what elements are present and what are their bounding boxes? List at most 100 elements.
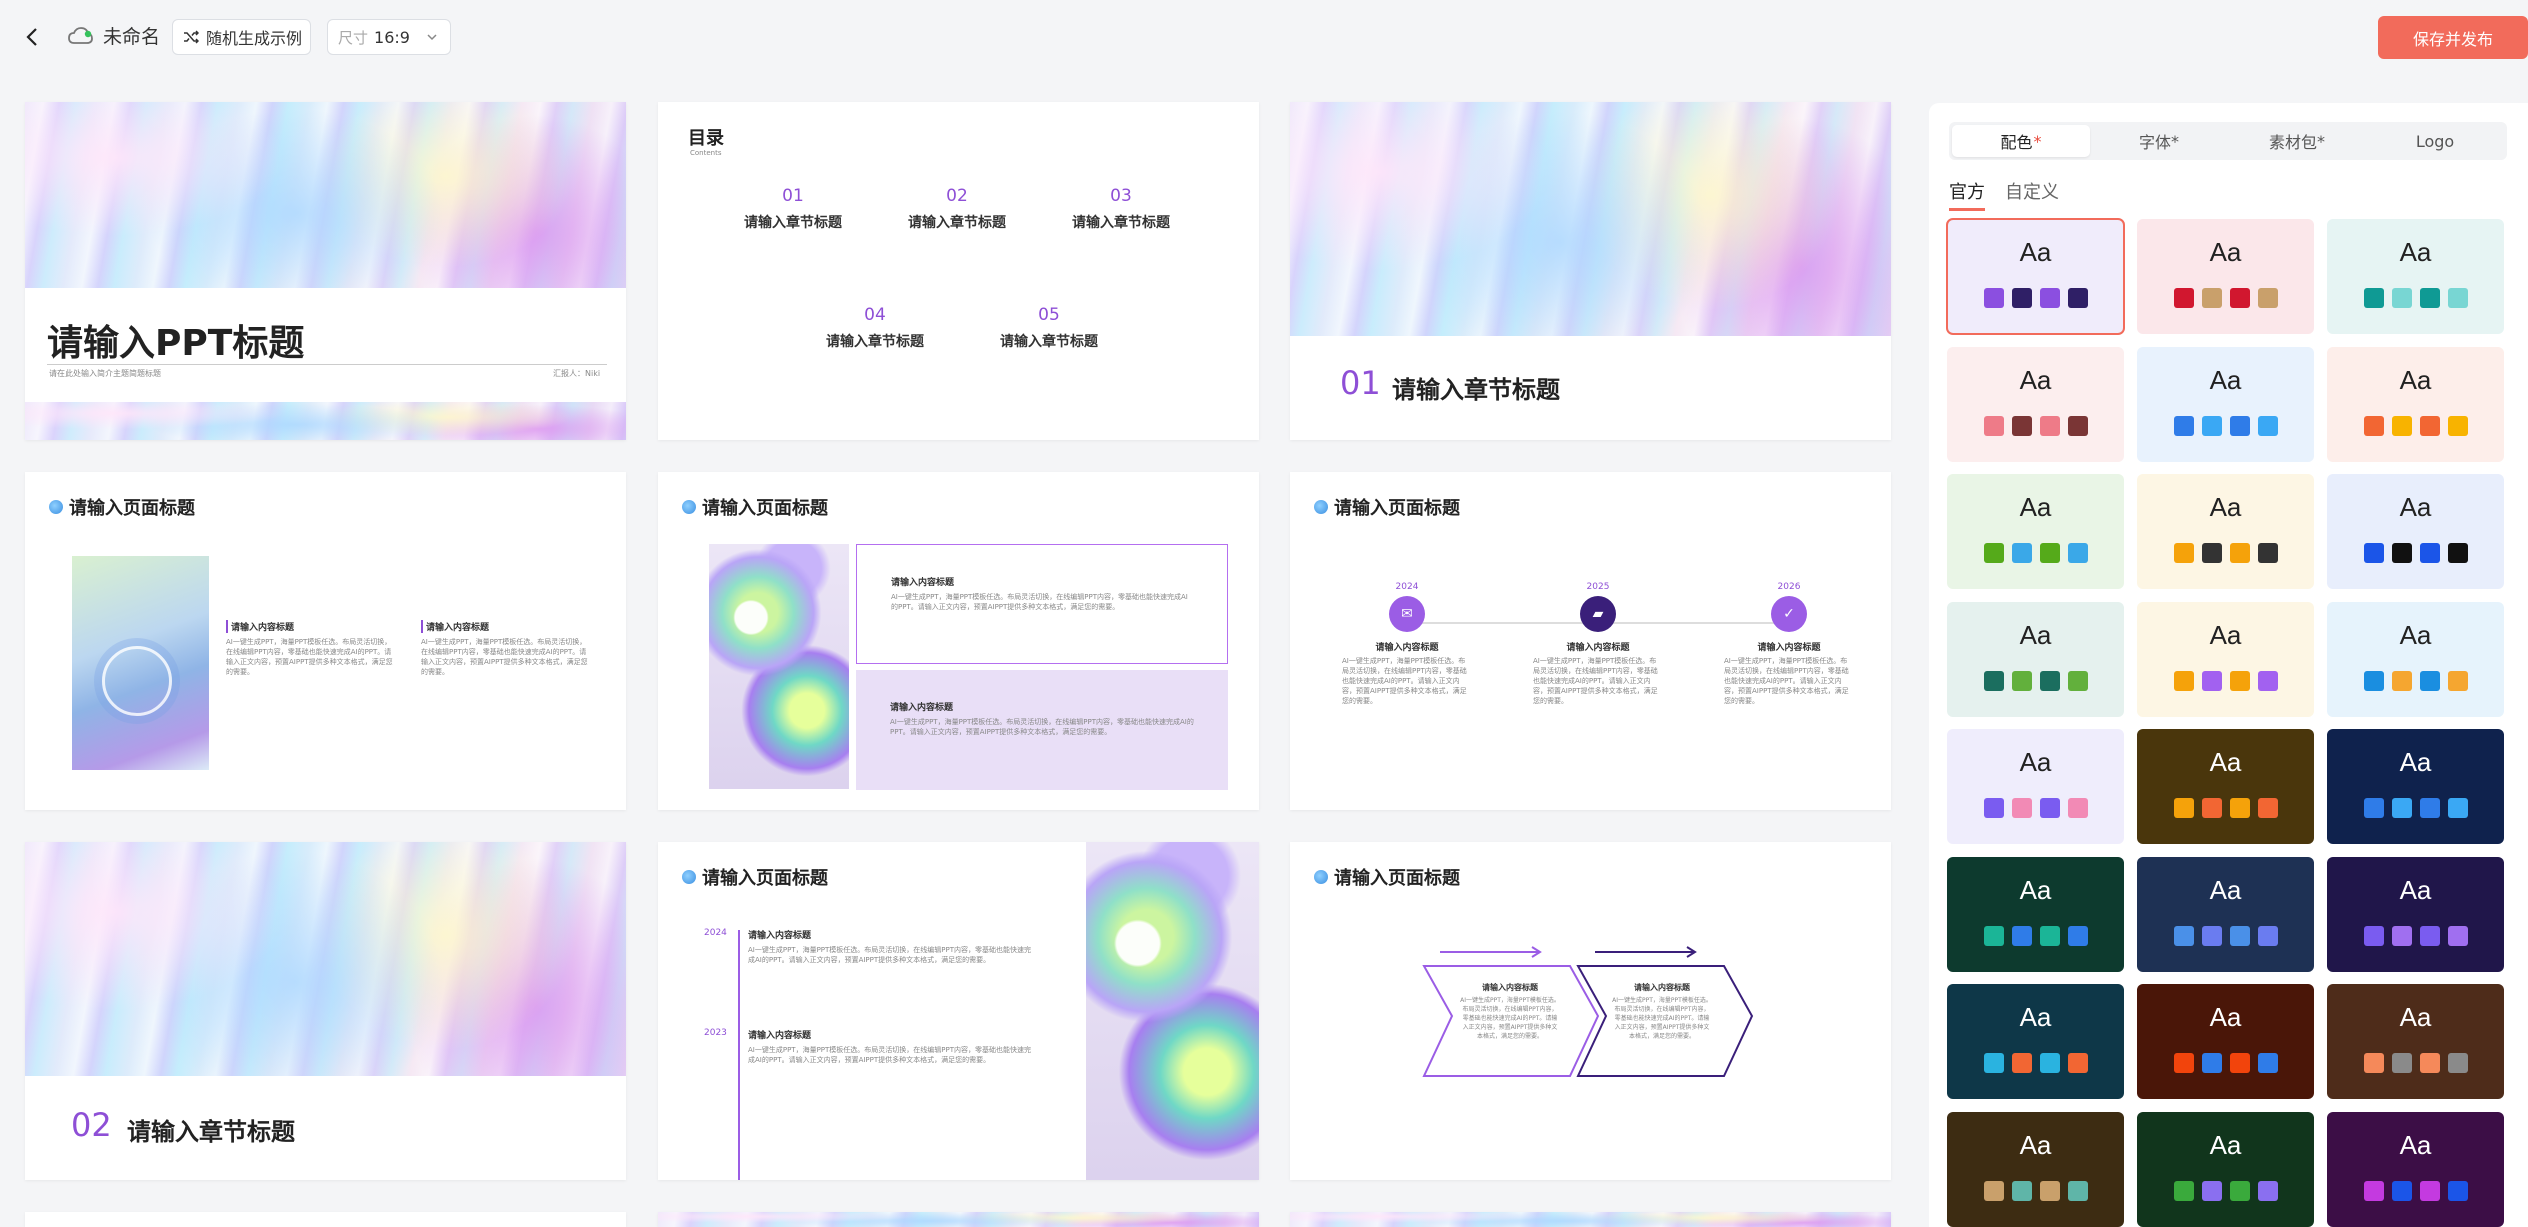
color-scheme-card[interactable]: Aa — [1947, 856, 2124, 972]
color-scheme-card[interactable]: Aa — [1947, 601, 2124, 717]
color-scheme-card[interactable]: Aa — [1946, 218, 2125, 335]
color-swatch — [2391, 543, 2412, 563]
color-swatch — [2201, 543, 2222, 563]
color-swatches — [2363, 1180, 2468, 1201]
color-scheme-card[interactable]: Aa — [1947, 346, 2124, 462]
save-publish-button[interactable]: 保存并发布 — [2378, 16, 2528, 59]
subtab-official[interactable]: 官方 — [1949, 178, 1985, 211]
back-button[interactable] — [18, 22, 46, 52]
bullet-icon — [682, 870, 696, 884]
color-scheme-card[interactable]: Aa — [2137, 474, 2314, 589]
color-scheme-card[interactable]: Aa — [2327, 1111, 2504, 1227]
chapter-image — [1290, 102, 1891, 336]
color-scheme-card[interactable]: Aa — [2137, 1111, 2314, 1227]
color-scheme-card[interactable]: Aa — [2137, 984, 2314, 1099]
color-swatches — [2173, 1180, 2278, 1201]
sample-text: Aa — [2019, 1002, 2052, 1032]
slide-page-3[interactable]: 请输入页面标题 2024 ✉ 请输入内容标题 AI一键生成PPT，海量PPT模板… — [1290, 472, 1891, 810]
color-swatch — [2419, 288, 2440, 308]
color-swatches — [1983, 1180, 2088, 1201]
color-swatch — [1983, 670, 2004, 691]
timeline-item: 2026 ✓ 请输入内容标题 AI一键生成PPT，海量PPT模板任选。布局灵活切… — [1724, 582, 1849, 705]
color-scheme-card[interactable]: Aa — [2137, 856, 2314, 972]
color-swatch — [2173, 1053, 2194, 1073]
color-scheme-card[interactable]: Aa — [2327, 856, 2504, 972]
toc-title: 目录 — [688, 128, 724, 149]
slide-chapter-1[interactable]: 01 请输入章节标题 — [1290, 102, 1891, 440]
color-swatch — [2447, 670, 2468, 691]
size-label: 尺寸 — [338, 28, 369, 47]
random-example-button[interactable]: 随机生成示例 — [172, 19, 311, 55]
size-select[interactable]: 尺寸 16:9 — [327, 19, 451, 55]
document-name[interactable]: 未命名 — [103, 22, 160, 52]
check-icon: ✓ — [1771, 596, 1807, 632]
slide-chapter-2[interactable]: 02 请输入章节标题 — [25, 842, 626, 1180]
color-swatches — [1983, 670, 2088, 691]
slide-page-5[interactable]: 请输入页面标题 请输入内容标题 AI一键生成PPT，海量PPT模板任选。布局灵活… — [1290, 842, 1891, 1180]
color-scheme-card[interactable]: Aa — [2327, 219, 2504, 334]
slide-peek[interactable] — [1290, 1212, 1891, 1227]
chevron-left-icon — [26, 28, 37, 46]
color-scheme-card[interactable]: Aa — [2137, 346, 2314, 462]
sample-text: Aa — [2019, 1129, 2052, 1160]
tab-logo[interactable]: Logo — [2366, 125, 2504, 157]
color-scheme-card[interactable]: Aa — [2327, 474, 2504, 589]
slide-page-1[interactable]: 请输入页面标题 请输入内容标题 AI一键生成PPT，海量PPT模板任选。布局灵活… — [25, 472, 626, 810]
color-scheme-card[interactable]: Aa — [1947, 1111, 2124, 1227]
sample-text: Aa — [2399, 237, 2432, 267]
color-scheme-card[interactable]: Aa — [1947, 474, 2124, 589]
color-swatch — [1983, 543, 2004, 563]
color-swatch — [1983, 1180, 2004, 1201]
color-swatch — [2391, 1180, 2412, 1201]
sample-text: Aa — [2209, 1002, 2242, 1032]
color-scheme-card[interactable]: Aa — [2327, 346, 2504, 462]
color-swatches — [1983, 543, 2088, 563]
slide-peek[interactable] — [658, 1212, 1259, 1227]
color-swatch — [1983, 288, 2004, 308]
color-swatch — [1983, 798, 2004, 818]
color-swatch — [1983, 415, 2004, 436]
slide-page-2[interactable]: 请输入页面标题 请输入内容标题 AI一键生成PPT，海量PPT模板任选。布局灵活… — [658, 472, 1259, 810]
tab-material[interactable]: 素材包 * — [2228, 125, 2366, 157]
color-swatch — [2039, 670, 2060, 691]
subtab-custom[interactable]: 自定义 — [2005, 178, 2059, 211]
slide-toc[interactable]: 目录 Contents 01 请输入章节标题 02 请输入章节标题 03 请输入章节标… — [658, 102, 1259, 440]
color-swatch — [2391, 288, 2412, 308]
color-swatch — [2419, 925, 2440, 946]
color-swatch — [2363, 543, 2384, 563]
color-swatch — [2391, 1053, 2412, 1073]
color-scheme-card[interactable]: Aa — [2327, 601, 2504, 717]
color-swatch — [2011, 798, 2032, 818]
color-swatch — [2257, 798, 2278, 818]
color-swatches — [2173, 925, 2278, 946]
page-title: 请输入页面标题 — [682, 864, 828, 890]
color-swatch — [2201, 1053, 2222, 1073]
color-swatch — [2419, 415, 2440, 436]
slide-page-4[interactable]: 请输入页面标题 2024 请输入内容标题 AI一键生成PPT，海量PPT模板任选… — [658, 842, 1259, 1180]
color-scheme-card[interactable]: Aa — [2327, 729, 2504, 844]
color-swatch — [2173, 415, 2194, 436]
color-swatch — [2419, 543, 2440, 563]
panel-tabs: 配色 * 字体 * 素材包 * Logo — [1949, 122, 2507, 160]
slide-cover[interactable]: 请输入PPT标题 请在此处输入简介主题简题标题 汇报人：Niki — [25, 102, 626, 440]
toc-title-en: Contents — [690, 149, 722, 157]
tab-font[interactable]: 字体 * — [2090, 125, 2228, 157]
top-bar: 未命名 随机生成示例 尺寸 16:9 保存并发布 — [0, 0, 2528, 76]
color-swatch — [2173, 288, 2194, 308]
color-swatch — [2391, 925, 2412, 946]
color-swatch — [2447, 1053, 2468, 1073]
color-swatches — [2363, 670, 2468, 691]
color-scheme-card[interactable]: Aa — [2137, 729, 2314, 844]
color-scheme-card[interactable]: Aa — [2327, 984, 2504, 1099]
color-swatch — [2067, 925, 2088, 946]
color-scheme-card[interactable]: Aa — [2137, 219, 2314, 334]
color-scheme-card[interactable]: Aa — [1947, 729, 2124, 844]
color-scheme-card[interactable]: Aa — [1947, 984, 2124, 1099]
tab-color[interactable]: 配色 * — [1952, 125, 2090, 157]
color-swatch — [2229, 288, 2250, 308]
color-swatch — [1983, 925, 2004, 946]
color-swatch — [2011, 415, 2032, 436]
color-swatches — [1983, 1053, 2088, 1073]
color-scheme-card[interactable]: Aa — [2137, 601, 2314, 717]
slide-peek[interactable] — [25, 1212, 626, 1227]
